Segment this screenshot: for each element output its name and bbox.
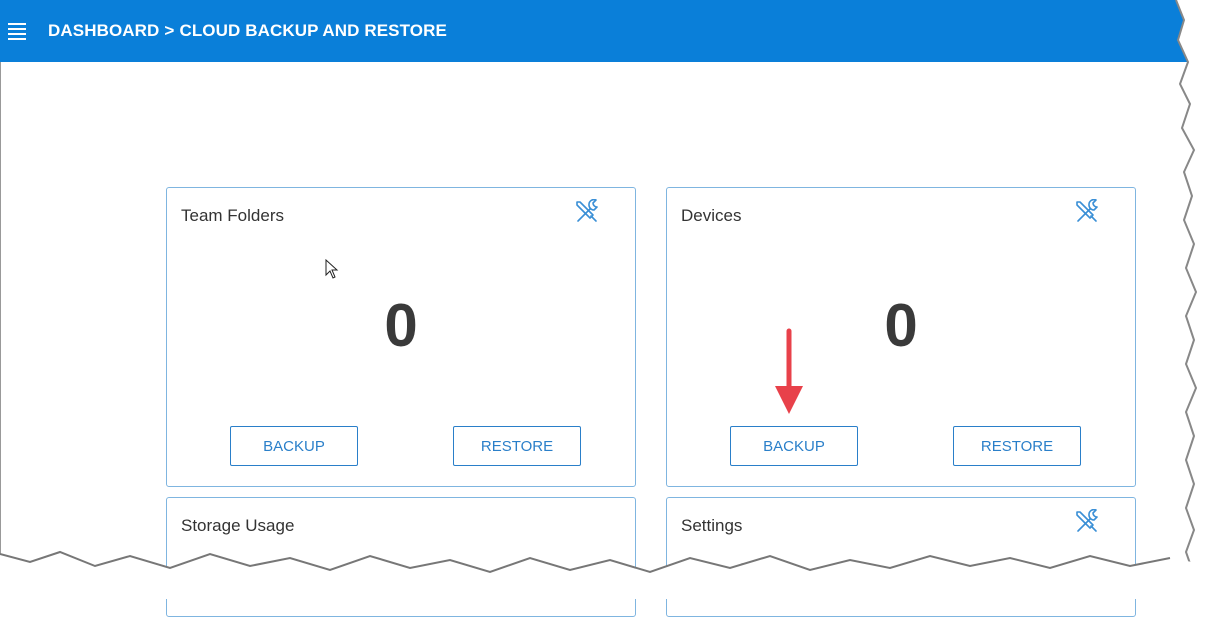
tools-icon[interactable]: [1074, 199, 1100, 225]
breadcrumb-separator: >: [164, 21, 175, 40]
team-folders-card: Team Folders 0 BACKUP RESTORE: [166, 187, 636, 487]
team-folders-backup-button[interactable]: BACKUP: [230, 426, 358, 466]
tools-icon[interactable]: [1074, 509, 1100, 535]
mouse-cursor-icon: [325, 259, 339, 279]
devices-count: 0: [884, 292, 918, 359]
storage-usage-title: Storage Usage: [181, 516, 295, 535]
tools-icon[interactable]: [574, 199, 600, 225]
devices-card: Devices 0 BACKUP RESTORE: [666, 187, 1136, 487]
annotation-arrow-icon: [775, 328, 803, 414]
team-folders-title: Team Folders: [181, 206, 284, 225]
torn-edge-right: [1175, 0, 1214, 599]
devices-backup-button[interactable]: BACKUP: [730, 426, 858, 466]
breadcrumb: DASHBOARD > CLOUD BACKUP AND RESTORE: [48, 21, 447, 41]
devices-restore-button[interactable]: RESTORE: [953, 426, 1081, 466]
devices-title: Devices: [681, 206, 742, 225]
torn-edge-bottom: [0, 550, 1214, 599]
page-left-edge: [0, 62, 1, 572]
team-folders-restore-button[interactable]: RESTORE: [453, 426, 581, 466]
team-folders-count: 0: [384, 292, 418, 359]
breadcrumb-current: CLOUD BACKUP AND RESTORE: [179, 21, 447, 40]
breadcrumb-dashboard[interactable]: DASHBOARD: [48, 21, 159, 40]
settings-title: Settings: [681, 516, 743, 535]
top-bar: DASHBOARD > CLOUD BACKUP AND RESTORE: [0, 0, 1196, 62]
hamburger-menu-icon[interactable]: [8, 23, 26, 40]
